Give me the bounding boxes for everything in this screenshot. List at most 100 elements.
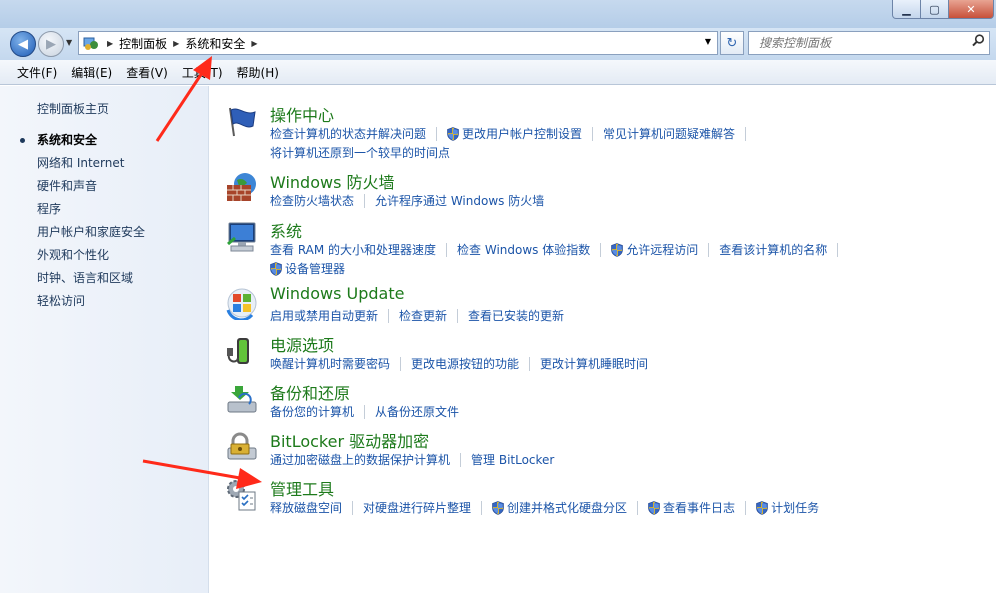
task-link[interactable]: 唤醒计算机时需要密码 [270,355,390,372]
link-separator [745,126,747,141]
maximize-button[interactable]: ▢ [920,0,949,19]
category-title[interactable]: Windows Update [270,284,404,303]
task-link[interactable]: 检查防火墙状态 [270,192,354,209]
backup-icon[interactable] [225,382,259,416]
sidebar-item-clock-language[interactable]: 时钟、语言和区域 [37,271,145,294]
task-link[interactable]: 更改计算机睡眠时间 [540,355,648,372]
category-title[interactable]: BitLocker 驱动器加密 [270,428,429,452]
task-link-label: 查看该计算机的名称 [719,243,828,257]
close-button[interactable]: ✕ [948,0,994,19]
admin-tools-icon[interactable] [225,478,259,512]
task-link[interactable]: 计划任务 [756,499,819,516]
bitlocker-icon[interactable] [225,430,259,464]
forward-button[interactable]: ▶ [38,31,64,57]
task-link[interactable]: 检查 Windows 体验指数 [457,241,590,258]
task-link-label: 管理 BitLocker [471,453,555,467]
menu-file[interactable]: 文件(F) [10,64,64,81]
task-link[interactable]: 释放磁盘空间 [270,499,342,516]
search-box[interactable] [748,31,990,55]
address-bar[interactable]: ▶ 控制面板 ▶ 系统和安全 ▶ ▼ [78,31,718,55]
computer-icon[interactable] [225,220,259,254]
search-input[interactable] [757,35,961,51]
firewall-icon[interactable] [225,171,259,205]
breadcrumb-chevron-icon[interactable]: ▶ [251,39,257,48]
task-link[interactable]: 查看该计算机的名称 [719,241,827,258]
address-history-dropdown[interactable]: ▼ [705,37,711,46]
sidebar-item-hardware-sound[interactable]: 硬件和声音 [37,179,145,202]
task-link-label: 检查 Windows 体验指数 [457,243,591,257]
task-link-label: 更改用户帐户控制设置 [462,127,583,141]
breadcrumb-chevron-icon[interactable]: ▶ [173,39,179,48]
task-link-label: 计划任务 [771,501,820,515]
recent-pages-dropdown[interactable]: ▼ [66,38,72,47]
task-link[interactable]: 允许程序通过 Windows 防火墙 [375,192,544,209]
flag-icon[interactable] [225,104,259,138]
minimize-button[interactable]: ▁ [892,0,921,19]
task-link[interactable]: 检查计算机的状态并解决问题 [270,125,426,142]
category-title[interactable]: Windows 防火墙 [270,169,395,193]
title-bar: ▁ ▢ ✕ [0,0,996,28]
sidebar-item-system-security[interactable]: 系统和安全 [19,133,145,156]
menu-help[interactable]: 帮助(H) [230,64,286,81]
task-link[interactable]: 将计算机还原到一个较早的时间点 [270,144,450,161]
sidebar-item-user-accounts[interactable]: 用户帐户和家庭安全 [37,225,145,248]
task-link[interactable]: 创建并格式化硬盘分区 [492,499,627,516]
battery-icon[interactable] [225,334,259,368]
category-links: 启用或禁用自动更新 检查更新 查看已安装的更新 [270,306,890,325]
menu-tools[interactable]: 工具(T) [175,64,230,81]
menu-edit[interactable]: 编辑(E) [64,64,119,81]
sidebar-home-link[interactable]: 控制面板主页 [37,100,109,117]
category-title[interactable]: 电源选项 [270,332,334,356]
category-links: 检查防火墙状态 允许程序通过 Windows 防火墙 [270,191,890,210]
breadcrumb-control-panel[interactable]: 控制面板 [119,35,167,52]
back-button[interactable]: ◀ [10,31,36,57]
sidebar-item-programs[interactable]: 程序 [37,202,145,225]
link-separator [529,356,531,371]
uac-shield-icon [492,500,504,515]
sidebar-item-appearance[interactable]: 外观和个性化 [37,248,145,271]
task-link-label: 通过加密磁盘上的数据保护计算机 [270,453,451,467]
task-link-label: 检查计算机的状态并解决问题 [270,127,427,141]
breadcrumb-system-security[interactable]: 系统和安全 [185,35,245,52]
breadcrumb-chevron-icon[interactable]: ▶ [107,39,113,48]
task-link[interactable]: 查看 RAM 的大小和处理器速度 [270,241,436,258]
task-link[interactable]: 常见计算机问题疑难解答 [603,125,735,142]
task-link[interactable]: 查看事件日志 [648,499,735,516]
task-link[interactable]: 管理 BitLocker [471,451,554,468]
sidebar-item-ease-of-access[interactable]: 轻松访问 [37,294,145,317]
task-link[interactable]: 允许远程访问 [611,241,698,258]
uac-shield-icon [756,500,768,515]
task-link[interactable]: 查看已安装的更新 [468,307,564,324]
task-link-label: 更改计算机睡眠时间 [540,357,649,371]
control-panel-icon [83,35,101,51]
windows-update-icon[interactable] [225,286,259,322]
task-link[interactable]: 设备管理器 [270,260,345,277]
window-controls: ▁ ▢ ✕ [892,0,994,19]
menu-view[interactable]: 查看(V) [119,64,175,81]
link-separator [637,500,639,515]
category-title[interactable]: 备份和还原 [270,380,350,404]
link-row: 唤醒计算机时需要密码 更改电源按钮的功能 更改计算机睡眠时间 [270,354,890,373]
category-links: 释放磁盘空间 对硬盘进行碎片整理 创建并格式化硬盘分区 查看事件日志 计划任务 [270,498,890,517]
category-title[interactable]: 管理工具 [270,476,334,500]
sidebar: 控制面板主页 系统和安全 网络和 Internet 硬件和声音 程序 用户帐户和… [0,86,209,593]
search-icon[interactable] [972,34,985,51]
link-separator [745,500,747,515]
category-title[interactable]: 系统 [270,218,302,242]
task-link[interactable]: 备份您的计算机 [270,403,354,420]
sidebar-item-network[interactable]: 网络和 Internet [37,156,145,179]
refresh-button[interactable]: ↻ [720,31,744,55]
task-link-label: 允许程序通过 Windows 防火墙 [375,194,545,208]
category-title[interactable]: 操作中心 [270,102,334,126]
task-link[interactable]: 从备份还原文件 [375,403,459,420]
task-link[interactable]: 更改电源按钮的功能 [411,355,519,372]
address-toolbar: ◀ ▶ ▼ ▶ 控制面板 ▶ 系统和安全 ▶ ▼ ↻ [0,28,996,60]
task-link[interactable]: 启用或禁用自动更新 [270,307,378,324]
task-link[interactable]: 更改用户帐户控制设置 [447,125,582,142]
task-link[interactable]: 对硬盘进行碎片整理 [363,499,471,516]
task-link-label: 从备份还原文件 [375,405,460,419]
task-link[interactable]: 通过加密磁盘上的数据保护计算机 [270,451,450,468]
task-link-label: 允许远程访问 [626,243,699,257]
refresh-icon: ↻ [726,35,738,51]
task-link[interactable]: 检查更新 [399,307,447,324]
